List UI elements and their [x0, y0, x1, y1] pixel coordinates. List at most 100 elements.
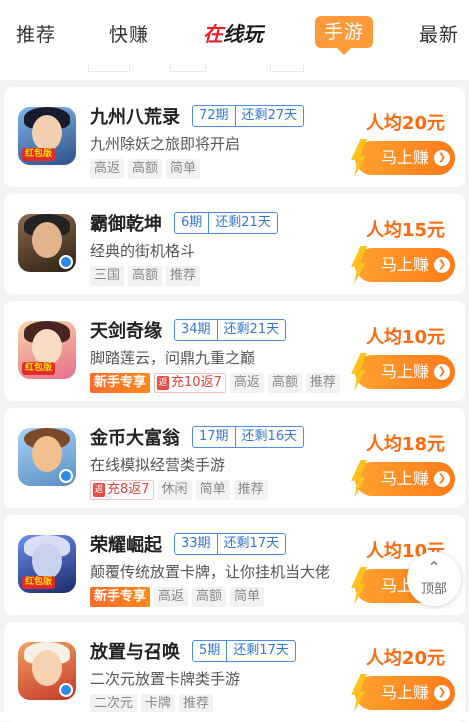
game-card[interactable]: 红包版 荣耀崛起 33期 还剩17天 颠覆传统放置卡牌，让你挂机当大佬 新手专享… — [4, 515, 465, 615]
tag: 简单 — [166, 159, 201, 179]
period-number: 72期 — [193, 106, 236, 126]
earn-now-label: 马上赚 — [380, 362, 429, 381]
tab-newest[interactable]: 最新 — [419, 20, 459, 47]
earn-now-label: 马上赚 — [380, 148, 429, 167]
bottom-nav-bar — [0, 712, 469, 721]
tag: 推荐 — [305, 373, 340, 393]
tab-quick-earn[interactable]: 快赚 — [109, 20, 149, 47]
game-description: 颠覆传统放置卡牌，让你挂机当大佬 — [90, 563, 331, 581]
game-card[interactable]: 霸御乾坤 6期 还剩21天 经典的街机格斗 三国 高额 推荐 人均15元 马上赚… — [4, 194, 465, 294]
tag-list: 三国 高额 推荐 — [90, 266, 201, 286]
game-card[interactable]: 放置与召唤 5期 还剩17天 二次元放置卡牌类手游 二次元 卡牌 推荐 人均20… — [4, 622, 465, 722]
tag-list: 高返 高额 简单 — [90, 159, 201, 179]
chevron-right-icon: ❯ — [434, 364, 450, 380]
red-packet-badge: 红包版 — [22, 148, 56, 161]
tag: 高额 — [192, 587, 227, 607]
period-number: 33期 — [175, 534, 218, 554]
period-number: 17期 — [193, 427, 236, 447]
game-name: 霸御乾坤 — [90, 214, 162, 235]
days-remaining: 还剩27天 — [241, 108, 298, 123]
earn-now-label: 马上赚 — [380, 683, 429, 702]
tag-list: 新手专享 返充10返7 高返 高额 推荐 — [90, 373, 340, 393]
average-reward: 人均20元 — [365, 648, 445, 669]
days-remaining: 还剩17天 — [223, 536, 280, 551]
game-card[interactable]: 金币大富翁 17期 还剩16天 在线模拟经营类手游 返充8返7 休闲 简单 推荐… — [4, 408, 465, 508]
days-remaining: 还剩16天 — [241, 429, 298, 444]
tab-play-online[interactable]: 在线玩 — [203, 18, 263, 47]
new-user-badge: 新手专享 — [90, 373, 151, 393]
chevron-right-icon: ❯ — [434, 257, 450, 273]
game-name: 九州八荒录 — [90, 107, 180, 128]
tag: 高返 — [90, 159, 125, 179]
tag: 三国 — [90, 266, 125, 286]
game-description: 九州除妖之旅即将开启 — [90, 135, 241, 153]
game-icon-fangzhi — [18, 642, 76, 700]
game-icon-tianjian: 红包版 — [18, 321, 76, 379]
recharge-rebate-label: 充10返7 — [171, 375, 222, 390]
tag: 高额 — [128, 159, 163, 179]
days-remaining: 还剩21天 — [223, 322, 280, 337]
tag: 简单 — [230, 587, 265, 607]
tag: 简单 — [195, 480, 230, 500]
period-badge: 33期 还剩17天 — [174, 533, 287, 555]
tag: 高额 — [128, 266, 163, 286]
game-card[interactable]: 红包版 九州八荒录 72期 还剩27天 九州除妖之旅即将开启 高返 高额 简单 … — [4, 87, 465, 187]
tab-play-online-label-b: 线玩 — [223, 22, 263, 46]
average-reward: 人均15元 — [365, 220, 445, 241]
period-badge: 72期 还剩27天 — [192, 105, 305, 127]
tag: 休闲 — [157, 480, 192, 500]
game-name: 荣耀崛起 — [90, 535, 162, 556]
game-description: 在线模拟经营类手游 — [90, 456, 226, 474]
rebate-icon: 返 — [93, 483, 105, 497]
tag-list: 二次元 卡牌 推荐 — [90, 694, 214, 714]
circle-badge-icon — [59, 469, 73, 483]
red-packet-badge: 红包版 — [22, 576, 56, 589]
period-badge: 17期 还剩16天 — [192, 426, 305, 448]
game-name: 天剑奇缘 — [90, 321, 162, 342]
recharge-rebate-label: 充8返7 — [107, 482, 150, 497]
tag: 高返 — [154, 587, 189, 607]
average-reward: 人均10元 — [365, 327, 445, 348]
tag: 高额 — [267, 373, 302, 393]
period-badge: 34期 还剩21天 — [174, 319, 287, 341]
tag: 二次元 — [90, 694, 138, 714]
tag: 推荐 — [179, 694, 214, 714]
game-icon-bayu — [18, 214, 76, 272]
rebate-icon: 返 — [157, 376, 170, 390]
game-description: 二次元放置卡牌类手游 — [90, 670, 241, 688]
average-reward: 人均18元 — [365, 434, 445, 455]
tag: 卡牌 — [141, 694, 176, 714]
game-card[interactable]: 红包版 天剑奇缘 34期 还剩21天 脚踏莲云，问鼎九重之巅 新手专享 返充10… — [4, 301, 465, 401]
circle-badge-icon — [59, 683, 73, 697]
chevron-right-icon: ❯ — [434, 471, 450, 487]
period-number: 6期 — [175, 213, 210, 233]
earn-now-button[interactable]: 马上赚 ❯ — [355, 248, 455, 282]
back-to-top-label: 顶部 — [420, 582, 447, 597]
tab-mobile-games[interactable]: 手游 — [315, 16, 373, 55]
period-badge: 5期 还剩17天 — [192, 640, 296, 662]
earn-now-button[interactable]: 马上赚 ❯ — [355, 355, 455, 389]
top-tab-bar: 推荐 快赚 在线玩 手游 最新 — [0, 0, 469, 64]
previous-card-remnant — [0, 64, 469, 80]
chevron-right-icon: ❯ — [434, 685, 450, 701]
game-icon-rongyao: 红包版 — [18, 535, 76, 593]
tag-list: 新手专享 高返 高额 简单 — [90, 587, 265, 607]
recharge-rebate-badge: 返充10返7 — [154, 373, 226, 393]
game-description: 脚踏莲云，问鼎九重之巅 — [90, 349, 256, 367]
game-name: 金币大富翁 — [90, 428, 180, 449]
earn-now-button[interactable]: 马上赚 ❯ — [355, 141, 455, 175]
circle-badge-icon — [59, 255, 73, 269]
back-to-top-button[interactable]: ⌃ 顶部 — [407, 552, 461, 606]
tag: 推荐 — [166, 266, 201, 286]
earn-now-label: 马上赚 — [380, 255, 429, 274]
period-number: 5期 — [193, 641, 228, 661]
average-reward: 人均20元 — [365, 113, 445, 134]
tag-list: 返充8返7 休闲 简单 推荐 — [90, 480, 268, 500]
earn-now-label: 马上赚 — [380, 469, 429, 488]
earn-now-button[interactable]: 马上赚 ❯ — [355, 676, 455, 710]
tab-recommend[interactable]: 推荐 — [16, 20, 56, 47]
recharge-rebate-badge: 返充8返7 — [90, 480, 154, 500]
earn-now-button[interactable]: 马上赚 ❯ — [355, 462, 455, 496]
red-packet-badge: 红包版 — [22, 362, 56, 375]
chevron-right-icon: ❯ — [434, 150, 450, 166]
